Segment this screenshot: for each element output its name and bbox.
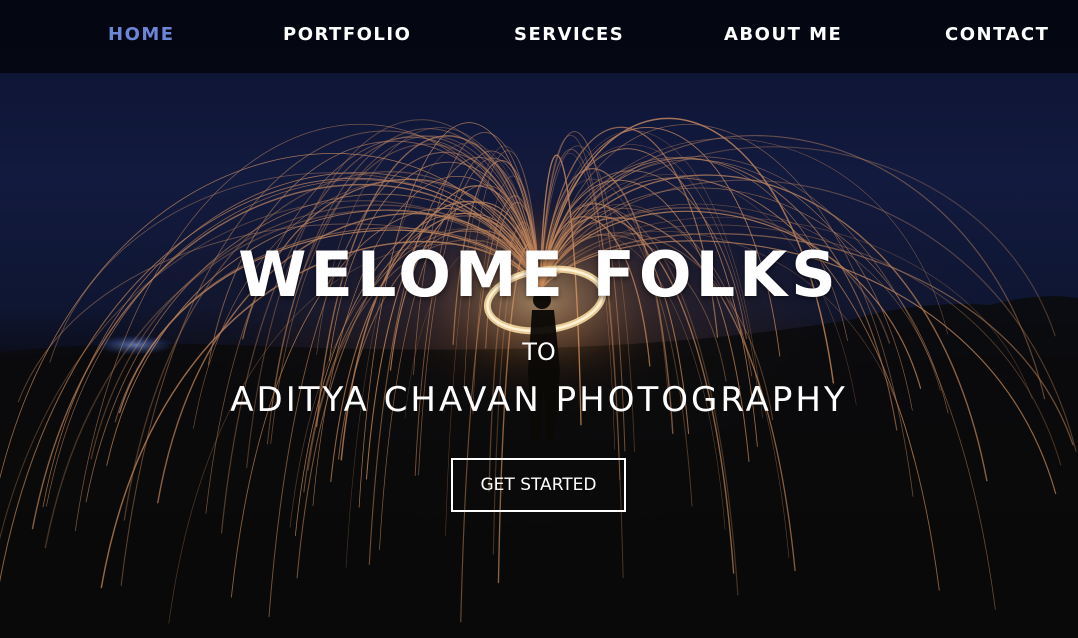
hero-background-image: [0, 117, 1078, 638]
nav-item-services[interactable]: SERVICES: [514, 24, 624, 45]
hero-section: HOME PORTFOLIO SERVICES ABOUT ME CONTACT…: [0, 0, 1078, 638]
nav-item-contact[interactable]: CONTACT: [945, 24, 1049, 45]
nav-item-about-me[interactable]: ABOUT ME: [724, 24, 842, 45]
hero-title: WELOME FOLKS: [238, 238, 840, 311]
hero-subtitle: ADITYA CHAVAN PHOTOGRAPHY: [230, 380, 848, 420]
nav-item-portfolio[interactable]: PORTFOLIO: [283, 24, 411, 45]
get-started-button[interactable]: GET STARTED: [451, 458, 626, 512]
nav-item-home[interactable]: HOME: [108, 24, 175, 45]
hero-connector-text: TO: [522, 338, 556, 366]
top-navigation-bar: HOME PORTFOLIO SERVICES ABOUT ME CONTACT: [0, 0, 1078, 73]
